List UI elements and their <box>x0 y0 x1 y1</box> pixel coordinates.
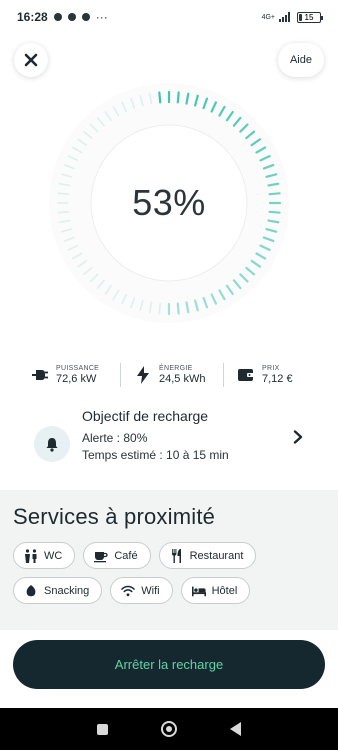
chip-wc[interactable]: WC <box>13 542 76 569</box>
system-nav-bar <box>0 708 338 750</box>
close-button[interactable] <box>14 43 48 77</box>
skoda-notification-icon <box>81 13 90 21</box>
stat-power: PUISSANCE 72,6 kW <box>30 365 108 385</box>
chip-cafe[interactable]: Café <box>83 542 151 569</box>
chip-snacking[interactable]: Snacking <box>13 577 103 604</box>
wallet-icon <box>236 365 256 385</box>
more-notifications-icon: ··· <box>95 10 108 24</box>
stat-energy-label: ÉNERGIE <box>159 365 193 372</box>
nearby-services: Services à proximité WC Café Restaurant … <box>0 490 338 630</box>
stat-price: PRIX 7,12 € <box>236 365 314 385</box>
chip-label: Snacking <box>44 584 90 597</box>
coffee-icon <box>94 549 108 563</box>
stat-energy: ÉNERGIE 24,5 kWh <box>133 365 211 385</box>
recent-apps-icon[interactable] <box>96 723 108 735</box>
stat-energy-value: 24,5 kWh <box>159 373 206 385</box>
charge-percent: 53% <box>132 182 206 223</box>
chip-label: WC <box>44 549 63 562</box>
stat-price-value: 7,12 € <box>262 373 293 385</box>
chat-notification-icon <box>53 13 62 21</box>
status-time: 16:28 <box>17 10 48 24</box>
chip-label: Restaurant <box>189 549 244 562</box>
bell-icon <box>46 437 58 452</box>
stat-power-value: 72,6 kW <box>56 373 97 385</box>
target-alert: Alerte : 80% <box>82 431 148 445</box>
chevron-right-icon[interactable] <box>290 429 306 445</box>
divider <box>223 363 224 387</box>
app-notification-icon <box>67 13 76 21</box>
bolt-icon <box>133 365 153 385</box>
help-button[interactable]: Aide <box>277 43 324 77</box>
status-left: 16:28 ··· <box>17 10 108 24</box>
close-icon <box>24 53 38 67</box>
plug-icon <box>30 365 50 385</box>
wifi-icon <box>121 584 136 598</box>
chip-label: Wifi <box>141 584 160 597</box>
stat-power-label: PUISSANCE <box>56 365 100 372</box>
status-bar: 16:28 ··· 4G+ 15 <box>0 0 338 34</box>
back-icon[interactable] <box>230 722 242 736</box>
restaurant-icon <box>170 548 184 563</box>
chip-wifi[interactable]: Wifi <box>110 577 173 604</box>
service-chips: WC Café Restaurant Snacking Wifi Hôtel <box>13 542 325 604</box>
chip-label: Café <box>114 549 138 562</box>
battery-icon: 15 <box>297 11 323 23</box>
chip-hotel[interactable]: Hôtel <box>180 577 251 604</box>
bell-badge <box>34 426 70 462</box>
stat-price-label: PRIX <box>262 365 280 372</box>
chip-label: Hôtel <box>211 584 238 597</box>
charging-stats: PUISSANCE 72,6 kW ÉNERGIE 24,5 kWh PRIX … <box>0 360 338 390</box>
wc-icon <box>24 548 38 563</box>
network-label: 4G+ <box>261 13 275 21</box>
services-title: Services à proximité <box>13 504 216 529</box>
charge-gauge: 53% <box>48 82 290 324</box>
charge-target-card[interactable]: Objectif de recharge Alerte : 80% Temps … <box>0 400 338 476</box>
chip-restaurant[interactable]: Restaurant <box>158 542 257 569</box>
home-icon[interactable] <box>160 721 177 737</box>
bed-icon <box>191 584 206 598</box>
divider <box>120 363 121 387</box>
target-eta: Temps estimé : 10 à 15 min <box>82 448 229 462</box>
snacking-icon <box>24 584 38 598</box>
stop-charging-button[interactable]: Arrêter la recharge <box>13 640 325 689</box>
signal-icon <box>279 12 290 22</box>
status-right: 4G+ 15 <box>261 11 323 23</box>
target-title: Objectif de recharge <box>82 408 209 424</box>
battery-level: 15 <box>304 12 314 22</box>
